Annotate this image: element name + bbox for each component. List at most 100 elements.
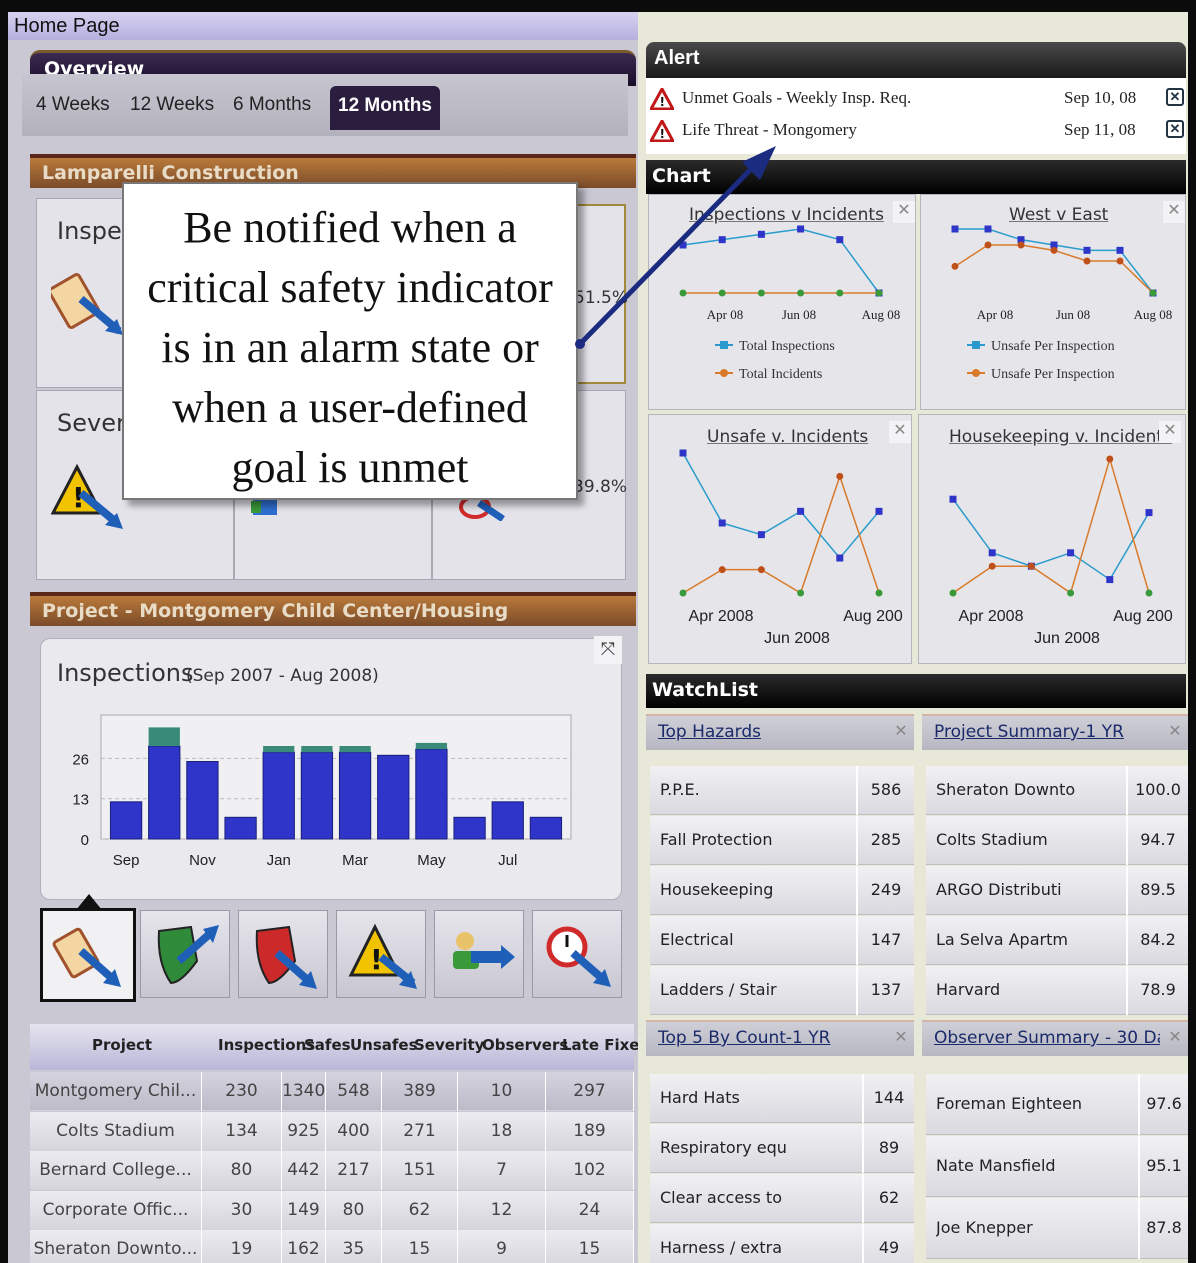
list-item[interactable]: Sheraton Downto 100.0 bbox=[926, 766, 1188, 815]
x-tick-label: Aug 08 bbox=[862, 307, 901, 322]
table-row[interactable]: Colts Stadium 134 925 400 271 18 189 bbox=[30, 1111, 634, 1151]
table-row[interactable]: Corporate Offic... 30 149 80 62 12 24 bbox=[30, 1190, 634, 1230]
list-item-label: La Selva Apartm bbox=[936, 930, 1068, 949]
x-tick-label: Aug 200 bbox=[843, 608, 903, 625]
x-tick-label: Apr 08 bbox=[977, 307, 1013, 322]
chart-title[interactable]: Housekeeping v. Incidents bbox=[949, 427, 1172, 447]
table-cell: 162 bbox=[282, 1230, 326, 1263]
observer-summary-title[interactable]: Observer Summary - 30 Days bbox=[934, 1028, 1160, 1048]
list-item[interactable]: La Selva Apartm 84.2 bbox=[926, 916, 1188, 965]
close-icon[interactable]: ✕ bbox=[890, 722, 912, 744]
list-item[interactable]: Ladders / Stair 137 bbox=[650, 966, 914, 1015]
alert-text: Unmet Goals - Weekly Insp. Req. bbox=[682, 88, 912, 107]
top-hazards-title[interactable]: Top Hazards bbox=[658, 722, 761, 742]
tab-4-weeks[interactable]: 4 Weeks bbox=[36, 88, 110, 126]
alert-item[interactable]: ! Life Threat - Mongomery Sep 11, 08 ✕ bbox=[646, 116, 1186, 146]
observer-summary-header: Observer Summary - 30 Days ✕ bbox=[922, 1020, 1188, 1056]
list-item-label: Harness / extra bbox=[660, 1238, 783, 1257]
bar bbox=[300, 751, 334, 840]
alert-date: Sep 10, 08 bbox=[1064, 88, 1137, 107]
list-item-value: 78.9 bbox=[1140, 980, 1176, 999]
expand-icon[interactable]: ⤧ bbox=[594, 636, 622, 664]
unsafes-kpi-button[interactable] bbox=[238, 910, 328, 998]
list-item[interactable]: Housekeeping 249 bbox=[650, 866, 914, 915]
th-safes[interactable]: Safes bbox=[304, 1036, 351, 1054]
list-item[interactable]: Hard Hats 144 bbox=[650, 1074, 914, 1123]
list-item[interactable]: Harness / extra 49 bbox=[650, 1224, 914, 1263]
data-point bbox=[679, 289, 687, 297]
chart-title[interactable]: Inspections v Incidents bbox=[689, 205, 884, 225]
data-point bbox=[718, 289, 726, 297]
th-late-fixes[interactable]: Late Fixes bbox=[562, 1036, 648, 1054]
list-item[interactable]: P.P.E. 586 bbox=[650, 766, 914, 815]
table-row[interactable]: Sheraton Downto... 19 162 35 15 9 15 bbox=[30, 1230, 634, 1263]
line-chart: Apr 2008 Jun 2008 Aug 200 bbox=[679, 449, 903, 647]
close-icon[interactable]: ✕ bbox=[1163, 201, 1185, 223]
inspections-kpi-button[interactable] bbox=[40, 908, 136, 1002]
data-point bbox=[836, 472, 844, 480]
safes-kpi-button[interactable] bbox=[140, 910, 230, 998]
close-icon[interactable]: ✕ bbox=[893, 201, 915, 223]
data-point bbox=[797, 289, 805, 297]
data-point bbox=[1050, 246, 1058, 254]
data-point bbox=[1027, 562, 1035, 570]
table-cell: 12 bbox=[458, 1190, 546, 1230]
severity-kpi-button[interactable]: ! bbox=[336, 910, 426, 998]
tab-6-months[interactable]: 6 Months bbox=[233, 88, 311, 126]
close-icon[interactable]: ✕ bbox=[1166, 120, 1184, 138]
project-summary-title[interactable]: Project Summary-1 YR bbox=[934, 722, 1124, 742]
th-observers[interactable]: Observers bbox=[482, 1036, 568, 1054]
alert-item[interactable]: ! Unmet Goals - Weekly Insp. Req. Sep 10… bbox=[646, 84, 1186, 114]
close-icon[interactable]: ✕ bbox=[1164, 1028, 1186, 1050]
list-item[interactable]: Electrical 147 bbox=[650, 916, 914, 965]
legend-label: Total Incidents bbox=[739, 367, 822, 382]
table-cell: 15 bbox=[382, 1230, 458, 1263]
list-item[interactable]: Colts Stadium 94.7 bbox=[926, 816, 1188, 865]
y-tick-label: 26 bbox=[72, 751, 89, 768]
close-icon[interactable]: ✕ bbox=[1159, 421, 1181, 443]
data-point bbox=[836, 554, 844, 562]
th-inspections[interactable]: Inspections bbox=[218, 1036, 315, 1054]
warning-arrow-icon: ! bbox=[348, 923, 417, 989]
list-item[interactable]: Nate Mansfield 95.1 bbox=[926, 1136, 1188, 1197]
list-item[interactable]: ARGO Distributi 89.5 bbox=[926, 866, 1188, 915]
observers-kpi-button[interactable] bbox=[434, 910, 524, 998]
table-row[interactable]: Bernard College... 80 442 217 151 7 102 bbox=[30, 1151, 634, 1190]
close-icon[interactable]: ✕ bbox=[1164, 722, 1186, 744]
table-row[interactable]: Montgomery Chil... 230 1340 548 389 10 297 bbox=[30, 1072, 634, 1111]
bar-segment bbox=[301, 746, 333, 753]
table-cell: 189 bbox=[546, 1111, 634, 1151]
bar-segment bbox=[148, 727, 180, 746]
th-project[interactable]: Project bbox=[92, 1036, 152, 1054]
y-tick-label: 0 bbox=[81, 832, 89, 849]
list-item[interactable]: Joe Knepper 87.8 bbox=[926, 1198, 1188, 1259]
list-item-value: 89.5 bbox=[1140, 880, 1176, 899]
data-point bbox=[1116, 257, 1124, 265]
bar bbox=[148, 745, 181, 840]
tab-12-months[interactable]: 12 Months bbox=[330, 86, 440, 130]
list-item-value: 95.1 bbox=[1146, 1156, 1182, 1175]
data-point bbox=[1106, 455, 1114, 463]
table-cell: 1340 bbox=[282, 1072, 326, 1111]
list-item[interactable]: Clear access to 62 bbox=[650, 1174, 914, 1223]
list-item[interactable]: Foreman Eighteen 97.6 bbox=[926, 1074, 1188, 1135]
x-tick-label: Jan bbox=[267, 852, 291, 869]
bar bbox=[491, 801, 524, 840]
close-icon[interactable]: ✕ bbox=[1166, 88, 1184, 106]
list-item[interactable]: Respiratory equ 89 bbox=[650, 1124, 914, 1173]
chart-title[interactable]: Unsafe v. Incidents bbox=[707, 427, 868, 447]
close-icon[interactable]: ✕ bbox=[890, 1028, 912, 1050]
table-cell: Colts Stadium bbox=[30, 1111, 202, 1151]
top5-title[interactable]: Top 5 By Count-1 YR bbox=[658, 1028, 830, 1048]
th-unsafes[interactable]: Unsafes bbox=[350, 1036, 418, 1054]
chart-title[interactable]: West v East bbox=[1009, 205, 1108, 225]
x-tick-label: May bbox=[417, 852, 446, 869]
th-severity[interactable]: Severity bbox=[414, 1036, 484, 1054]
list-item[interactable]: Fall Protection 285 bbox=[650, 816, 914, 865]
late-fixes-kpi-button[interactable] bbox=[532, 910, 622, 998]
tab-12-weeks[interactable]: 12 Weeks bbox=[130, 88, 214, 126]
warning-arrow-icon: ! bbox=[51, 463, 123, 529]
close-icon[interactable]: ✕ bbox=[889, 421, 911, 443]
table-cell: 19 bbox=[202, 1230, 282, 1263]
list-item[interactable]: Harvard 78.9 bbox=[926, 966, 1188, 1015]
